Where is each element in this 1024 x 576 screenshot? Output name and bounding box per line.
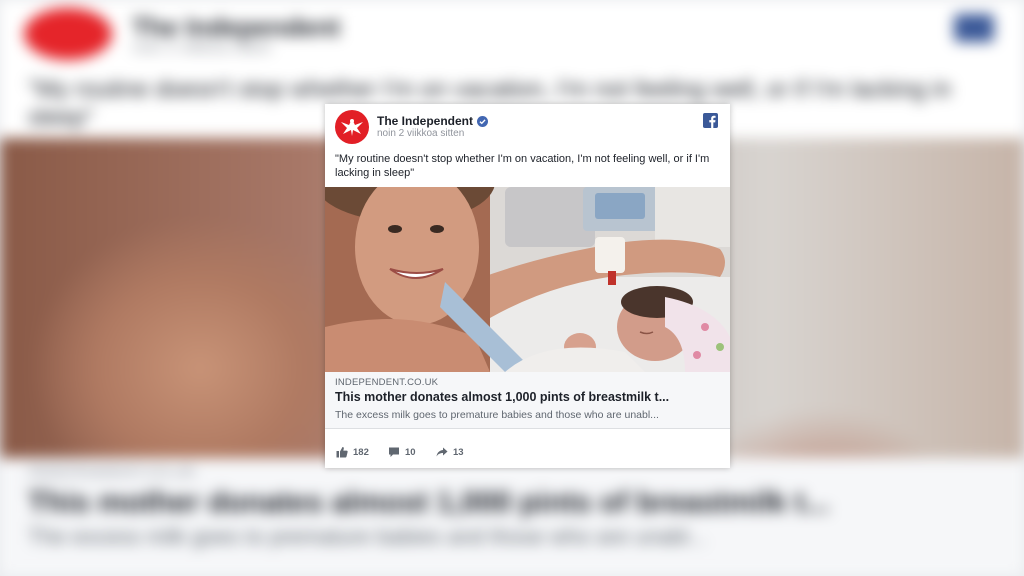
link-domain: INDEPENDENT.CO.UK — [335, 377, 439, 388]
page-name[interactable]: The Independent — [377, 114, 473, 128]
comment-button[interactable]: 10 — [388, 446, 416, 458]
facebook-post-card: The Independent noin 2 viikkoa sitten "M… — [325, 104, 730, 468]
facebook-icon[interactable] — [703, 113, 718, 128]
background-facebook-icon — [954, 14, 994, 42]
post-header: The Independent noin 2 viikkoa sitten — [325, 104, 730, 148]
post-photo[interactable] — [325, 187, 730, 372]
eagle-logo-icon[interactable] — [335, 110, 369, 144]
link-description: The excess milk goes to premature babies… — [335, 409, 659, 421]
background-title: The Independent — [132, 12, 340, 42]
post-actions: 182 10 13 — [325, 442, 730, 464]
link-preview[interactable]: INDEPENDENT.CO.UK This mother donates al… — [325, 372, 730, 429]
background-headline: This mother donates almost 1,000 pints o… — [28, 486, 830, 519]
verified-check-icon — [477, 115, 488, 127]
like-button[interactable]: 182 — [336, 446, 369, 458]
thumbs-up-icon — [336, 447, 348, 458]
share-count: 13 — [453, 446, 464, 458]
background-timestamp: noin 2 viikkoa sitten — [132, 40, 272, 57]
comment-count: 10 — [405, 446, 416, 458]
share-arrow-icon — [436, 447, 448, 457]
page-name-link[interactable]: The Independent — [377, 114, 488, 128]
photo-illustration — [325, 187, 730, 372]
background-description: The excess milk goes to premature babies… — [28, 524, 707, 549]
link-title[interactable]: This mother donates almost 1,000 pints o… — [335, 390, 720, 404]
like-count: 182 — [353, 446, 369, 458]
background-domain: INDEPENDENT.CO.UK — [28, 464, 197, 481]
share-button[interactable]: 13 — [436, 446, 464, 458]
post-timestamp[interactable]: noin 2 viikkoa sitten — [377, 128, 464, 139]
comment-icon — [389, 447, 399, 457]
post-text: "My routine doesn't stop whether I'm on … — [335, 153, 710, 179]
background-logo — [24, 8, 112, 60]
